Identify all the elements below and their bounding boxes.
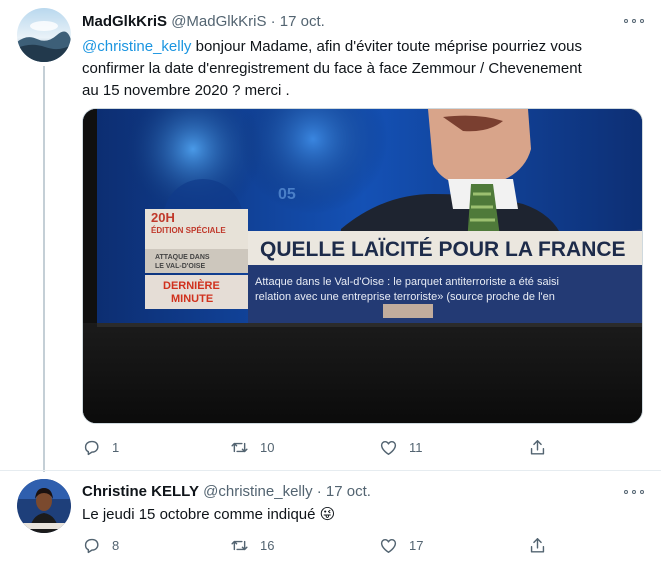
tweet-text-body: Le jeudi 15 octobre comme indiqué xyxy=(82,506,320,523)
tv-screen-photo: 05 20H ÉDITION SPÉCIALE ATTAQUE DANS LE … xyxy=(83,109,642,423)
reply-count: 1 xyxy=(112,439,120,455)
headline-text: QUELLE LAÏCITÉ POUR LA FRANCE xyxy=(260,238,626,261)
retweet-icon xyxy=(231,442,248,452)
user-handle[interactable]: @christine_kelly xyxy=(203,483,312,500)
share-button[interactable] xyxy=(528,436,547,458)
tweet-text-line2: confirmer la date d'enregistrement du fa… xyxy=(82,60,582,77)
tweet-date[interactable]: 17 oct. xyxy=(280,13,325,30)
share-icon xyxy=(530,537,545,553)
tweet-header: Christine KELLY @christine_kelly · 17 oc… xyxy=(82,482,371,502)
separator-dot: · xyxy=(270,13,276,30)
separator-dot: · xyxy=(316,483,322,500)
reply-button[interactable]: 8 xyxy=(82,534,119,556)
retweet-count: 16 xyxy=(260,537,275,553)
thread-line xyxy=(43,66,45,472)
tweet-christine-kelly[interactable]: Christine KELLY @christine_kelly · 17 oc… xyxy=(0,470,661,565)
tweet-date[interactable]: 17 oct. xyxy=(326,483,371,500)
share-button[interactable] xyxy=(528,534,547,556)
like-icon xyxy=(380,538,397,553)
retweet-button[interactable]: 10 xyxy=(230,436,274,458)
banner-edition: ÉDITION SPÉCIALE xyxy=(151,226,226,235)
reply-count: 8 xyxy=(112,537,120,553)
tweet-media-photo[interactable]: 05 20H ÉDITION SPÉCIALE ATTAQUE DANS LE … xyxy=(82,108,643,424)
tweet-actions: 1 10 11 xyxy=(82,436,552,458)
banner-topic-line1: ATTAQUE DANS xyxy=(155,254,210,261)
tweet-madglkkris[interactable]: MadGlkKriS @MadGlkKriS · 17 oct. @christ… xyxy=(0,0,661,472)
winking-tongue-emoji-icon: 😜 xyxy=(319,506,336,523)
tweet-text: @christine_kelly bonjour Madame, afin d'… xyxy=(82,36,642,102)
like-count: 17 xyxy=(409,537,424,553)
share-icon xyxy=(530,439,545,455)
display-name[interactable]: Christine KELLY xyxy=(82,483,199,500)
ticker-line1: Attaque dans le Val-d'Oise : le parquet … xyxy=(255,276,559,288)
tweet-text-line1: bonjour Madame, afin d'éviter toute mépr… xyxy=(191,38,583,55)
more-options-icon[interactable] xyxy=(624,485,644,499)
avatar-madglkkris[interactable] xyxy=(17,8,71,62)
screen-number: 05 xyxy=(278,186,296,203)
tweet-text-line3: au 15 novembre 2020 ? merci . xyxy=(82,82,290,99)
breaking-line2: MINUTE xyxy=(171,293,213,305)
banner-time: 20H xyxy=(151,210,175,225)
mention-link[interactable]: @christine_kelly xyxy=(82,38,191,55)
like-button[interactable]: 17 xyxy=(379,534,423,556)
more-options-icon[interactable] xyxy=(624,14,644,28)
tweet-actions: 8 16 17 xyxy=(82,534,552,556)
retweet-count: 10 xyxy=(260,439,275,455)
retweet-icon xyxy=(231,540,248,550)
breaking-line1: DERNIÈRE xyxy=(163,279,220,292)
banner-topic-line2: LE VAL-D'OISE xyxy=(155,263,205,270)
reply-button[interactable]: 1 xyxy=(82,436,119,458)
like-count: 11 xyxy=(409,439,423,455)
tweet-header: MadGlkKriS @MadGlkKriS · 17 oct. xyxy=(82,12,325,32)
like-icon xyxy=(380,440,397,455)
user-handle[interactable]: @MadGlkKriS xyxy=(171,13,266,30)
display-name[interactable]: MadGlkKriS xyxy=(82,13,167,30)
avatar-christine-kelly[interactable] xyxy=(17,479,71,533)
reply-icon xyxy=(84,538,99,553)
reply-icon xyxy=(84,440,99,455)
retweet-button[interactable]: 16 xyxy=(230,534,274,556)
like-button[interactable]: 11 xyxy=(379,436,423,458)
tweet-text: Le jeudi 15 octobre comme indiqué 😜 xyxy=(82,504,642,526)
ticker-line2: relation avec une entreprise terroriste»… xyxy=(255,291,555,303)
